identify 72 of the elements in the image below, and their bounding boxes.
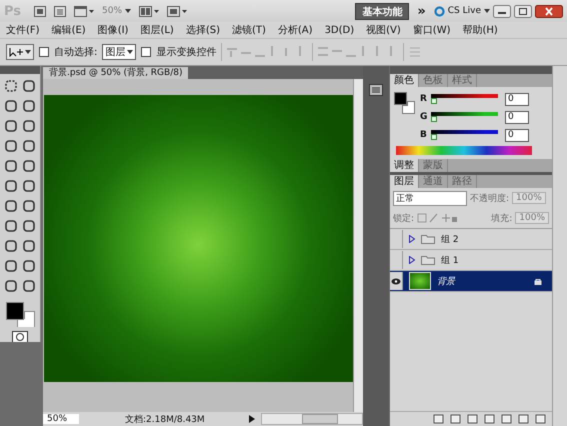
caret-icon [127,50,134,54]
marquee-icon[interactable] [4,79,18,93]
channel-label: R [420,94,428,104]
panel-tab[interactable]: 图层 [390,175,419,188]
tool-preset-picker[interactable] [6,44,34,60]
caret-icon [125,9,132,13]
slider-thumb[interactable] [431,116,437,122]
opacity-label: 不透明度: [470,192,510,204]
channel-label: B [420,130,428,140]
menu-item[interactable]: 视图(V) [366,23,401,37]
foreground-swatch[interactable] [6,302,24,320]
maximize-button[interactable] [514,4,532,18]
menu-item[interactable]: 帮助(H) [462,23,498,37]
horizontal-scrollbar[interactable] [261,413,363,425]
close-button[interactable] [535,4,563,18]
expand-arrow[interactable] [409,256,415,264]
visibility-toggle[interactable] [390,272,403,290]
channel-value-field[interactable]: 0 [505,110,529,124]
menu-item[interactable]: 图层(L) [140,23,174,37]
slider-thumb[interactable] [431,98,437,104]
more-workspaces-button[interactable]: » [417,4,426,18]
menu-item[interactable]: 3D(D) [324,24,354,36]
checkbox[interactable] [141,47,152,57]
arrange-icon[interactable] [139,6,160,16]
menu-item[interactable]: 选择(S) [186,23,220,37]
panel-tab[interactable]: 调整 [390,159,419,172]
transform-controls-label: 显示变换控件 [156,46,216,59]
document-info: 文档:2.18M/8.43M [125,414,206,426]
expand-arrow[interactable] [409,235,415,243]
zoom-field[interactable]: 50% [43,414,79,424]
menu-item[interactable]: 窗口(W) [412,23,450,37]
auto-align-icon [409,46,422,58]
menu-item[interactable]: 滤镜(T) [232,23,266,37]
cs-live-button[interactable]: CS Live [434,6,490,16]
minimize-button[interactable] [493,4,511,18]
checkbox[interactable] [39,47,49,57]
caret-icon [25,50,31,54]
channel-label: G [420,112,428,122]
workspace-button[interactable]: 基本功能 [355,2,410,20]
caret-icon [484,9,490,13]
slider-thumb[interactable] [431,134,437,140]
layer-name: 背景 [437,276,456,288]
layer-name: 组 1 [441,254,460,266]
channel-value-field[interactable]: 0 [505,128,529,142]
foreground-swatch[interactable] [394,92,407,105]
layer-name: 组 2 [441,234,460,246]
menu-item[interactable]: 文件(F) [6,23,40,37]
mini-bridge-icon[interactable] [54,6,66,16]
vertical-scrollbar[interactable] [353,79,363,412]
mini-bridge-icon[interactable] [369,84,383,96]
ring-icon [434,6,445,16]
auto-select-label: 自动选择: [54,46,98,59]
target-dropdown[interactable]: 图层 [102,44,136,60]
lock-label: 锁定: [393,212,414,224]
layer-row[interactable]: 背景 [390,271,552,292]
menu-item[interactable]: 分析(A) [278,23,313,37]
menu-item[interactable]: 编辑(E) [52,23,86,37]
bridge-icon[interactable] [34,6,46,16]
color-spectrum[interactable] [396,146,532,155]
screen-mode-icon[interactable] [167,6,188,16]
panel-tab[interactable]: 颜色 [390,74,419,87]
menu-item[interactable]: 图像(I) [98,23,128,37]
quick-mask-icon[interactable] [12,331,28,342]
eye-icon [391,278,401,284]
status-menu-arrow[interactable] [249,415,255,423]
document-tab[interactable]: 背景.psd @ 50% (背景, RGB/8) [43,67,188,79]
lock-icon [534,278,542,284]
blend-mode-dropdown[interactable]: 正常 [393,190,467,206]
view-extras-icon[interactable] [74,6,94,16]
channel-value-field[interactable]: 0 [505,92,529,106]
fill-label: 填充: [491,212,512,224]
layer-row[interactable]: 组 2 [390,229,552,250]
